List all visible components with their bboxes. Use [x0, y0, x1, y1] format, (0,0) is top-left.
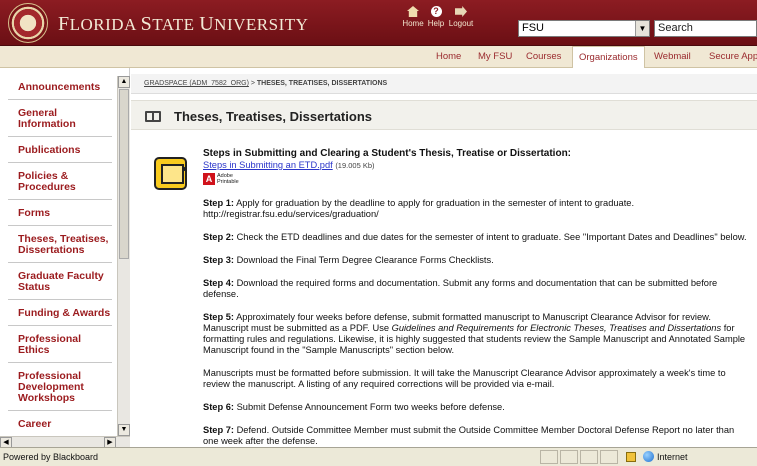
breadcrumb: GRADSPACE (ADM_7582_ORG) > THESES, TREAT…	[131, 74, 757, 94]
chevron-down-icon[interactable]: ▼	[635, 21, 649, 36]
attachment-size: (19.005 Kb)	[335, 161, 375, 170]
tab-secure-apps[interactable]: Secure Apps	[703, 46, 757, 68]
menu-item-professional-ethics[interactable]: Professional Ethics	[8, 330, 112, 363]
file-item-icon	[154, 157, 187, 190]
logout-link[interactable]: Logout	[443, 6, 479, 28]
step-4: Step 4: Download the required forms and …	[203, 278, 718, 299]
breadcrumb-link-gradspace[interactable]: GRADSPACE (ADM_7582_ORG)	[144, 80, 249, 87]
globe-icon	[643, 451, 654, 462]
menu-item-funding-awards[interactable]: Funding & Awards	[8, 304, 112, 326]
content-item: Steps in Submitting and Clearing a Stude…	[203, 148, 751, 448]
scroll-up-icon[interactable]: ▲	[118, 76, 130, 88]
tab-courses[interactable]: Courses	[520, 46, 567, 68]
scroll-down-icon[interactable]: ▼	[118, 424, 130, 436]
menu-item-professional-development[interactable]: Professional Development Workshops	[8, 367, 112, 411]
scrollbar-thumb[interactable]	[119, 89, 129, 259]
course-menu-list: Announcements General Information Public…	[8, 78, 112, 441]
tab-organizations[interactable]: Organizations	[572, 46, 645, 68]
status-segment	[580, 450, 598, 464]
tab-my-fsu[interactable]: My FSU	[472, 46, 518, 68]
menu-item-theses[interactable]: Theses, Treatises, Dissertations	[8, 230, 112, 263]
step-7: Step 7: Defend. Outside Committee Member…	[203, 425, 735, 446]
menu-item-graduate-faculty-status[interactable]: Graduate Faculty Status	[8, 267, 112, 300]
university-brand-title[interactable]: FLORIDA STATE UNIVERSITY	[58, 13, 308, 36]
menu-item-announcements[interactable]: Announcements	[8, 78, 112, 100]
status-segment	[560, 450, 578, 464]
menu-item-career[interactable]: Career	[8, 415, 112, 437]
tab-bar: Home My FSU Courses Organizations Webmai…	[0, 46, 757, 68]
step-6: Step 6: Submit Defense Announcement Form…	[203, 402, 505, 412]
status-segment	[540, 450, 558, 464]
security-zone: Internet	[657, 452, 688, 462]
university-seal-logo[interactable]	[8, 3, 48, 43]
menu-item-policies-procedures[interactable]: Policies & Procedures	[8, 167, 112, 200]
manuscripts-note: Manuscripts must be formatted before sub…	[203, 368, 726, 389]
adobe-icon: A	[203, 173, 215, 185]
menu-item-forms[interactable]: Forms	[8, 204, 112, 226]
adobe-printable-badge[interactable]: A Adobe Printable	[203, 173, 239, 185]
browser-status-bar: Powered by Blackboard Internet	[0, 447, 757, 466]
menu-vertical-scrollbar[interactable]: ▲ ▼	[117, 76, 130, 436]
breadcrumb-current: THESES, TREATISES, DISSERTATIONS	[256, 80, 388, 87]
lock-icon	[626, 452, 636, 462]
step-3: Step 3: Download the Final Term Degree C…	[203, 255, 494, 265]
logout-icon	[455, 6, 467, 17]
page-title: Theses, Treatises, Dissertations	[174, 109, 372, 124]
page-title-bar: Theses, Treatises, Dissertations	[131, 100, 757, 130]
search-input[interactable]: Search	[654, 20, 757, 37]
tab-webmail[interactable]: Webmail	[648, 46, 697, 68]
institution-select[interactable]: FSU ▼	[518, 20, 650, 37]
step-1: Step 1: Apply for graduation by the dead…	[203, 198, 635, 219]
menu-item-general-information[interactable]: General Information	[8, 104, 112, 137]
book-icon	[145, 111, 161, 122]
item-heading: Steps in Submitting and Clearing a Stude…	[203, 148, 572, 159]
menu-item-publications[interactable]: Publications	[8, 141, 112, 163]
attachment-link[interactable]: Steps in Submitting an ETD.pdf	[203, 160, 333, 170]
content-area: GRADSPACE (ADM_7582_ORG) > THESES, TREAT…	[131, 68, 757, 448]
step-2: Step 2: Check the ETD deadlines and due …	[203, 232, 747, 242]
status-segment	[600, 450, 618, 464]
course-menu: Announcements General Information Public…	[0, 68, 130, 446]
step-5: Step 5: Approximately four weeks before …	[203, 312, 746, 355]
browser-window: FLORIDA STATE UNIVERSITY Home ? Help Log…	[0, 0, 757, 466]
status-text: Powered by Blackboard	[3, 452, 99, 462]
tab-home[interactable]: Home	[430, 46, 467, 68]
site-header: FLORIDA STATE UNIVERSITY Home ? Help Log…	[0, 0, 757, 46]
help-icon: ?	[430, 6, 442, 17]
steps-list: Step 1: Apply for graduation by the dead…	[203, 198, 751, 447]
